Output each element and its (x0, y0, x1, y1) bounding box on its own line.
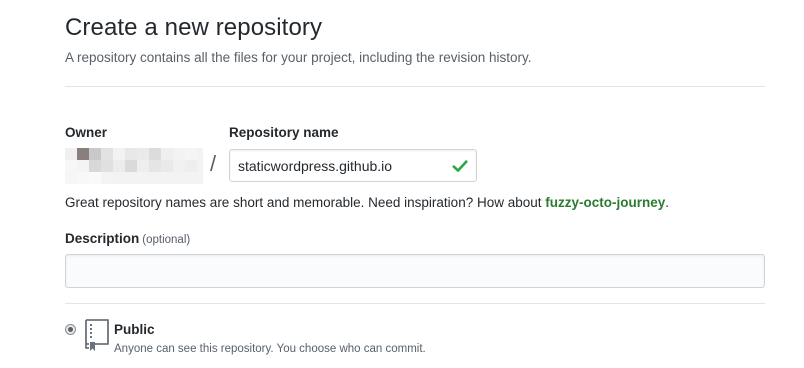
name-suggestion-link[interactable]: fuzzy-octo-journey (545, 195, 665, 210)
check-icon (452, 159, 468, 172)
description-input[interactable] (65, 254, 765, 288)
page-subtitle: A repository contains all the files for … (65, 50, 532, 65)
optional-label: (optional) (142, 234, 191, 246)
hint-suffix: . (665, 195, 670, 210)
page-title: Create a new repository (65, 14, 323, 41)
repo-icon (85, 319, 109, 351)
repository-name-label: Repository name (229, 125, 339, 140)
description-label: Description (optional) (65, 231, 190, 246)
description-label-text: Description (65, 231, 140, 246)
divider (65, 303, 765, 304)
owner-select[interactable] (65, 148, 203, 184)
radio-selected-dot (68, 327, 73, 332)
divider (65, 86, 765, 87)
repository-name-hint: Great repository names are short and mem… (65, 195, 669, 210)
public-radio[interactable] (65, 324, 76, 335)
public-description: Anyone can see this repository. You choo… (114, 343, 426, 355)
public-label: Public (114, 322, 155, 337)
owner-label: Owner (65, 125, 108, 140)
owner-separator: / (210, 151, 217, 176)
hint-text: Great repository names are short and mem… (65, 195, 546, 210)
repository-name-input[interactable]: staticwordpress.github.io (229, 149, 477, 182)
repository-name-value: staticwordpress.github.io (238, 157, 393, 174)
